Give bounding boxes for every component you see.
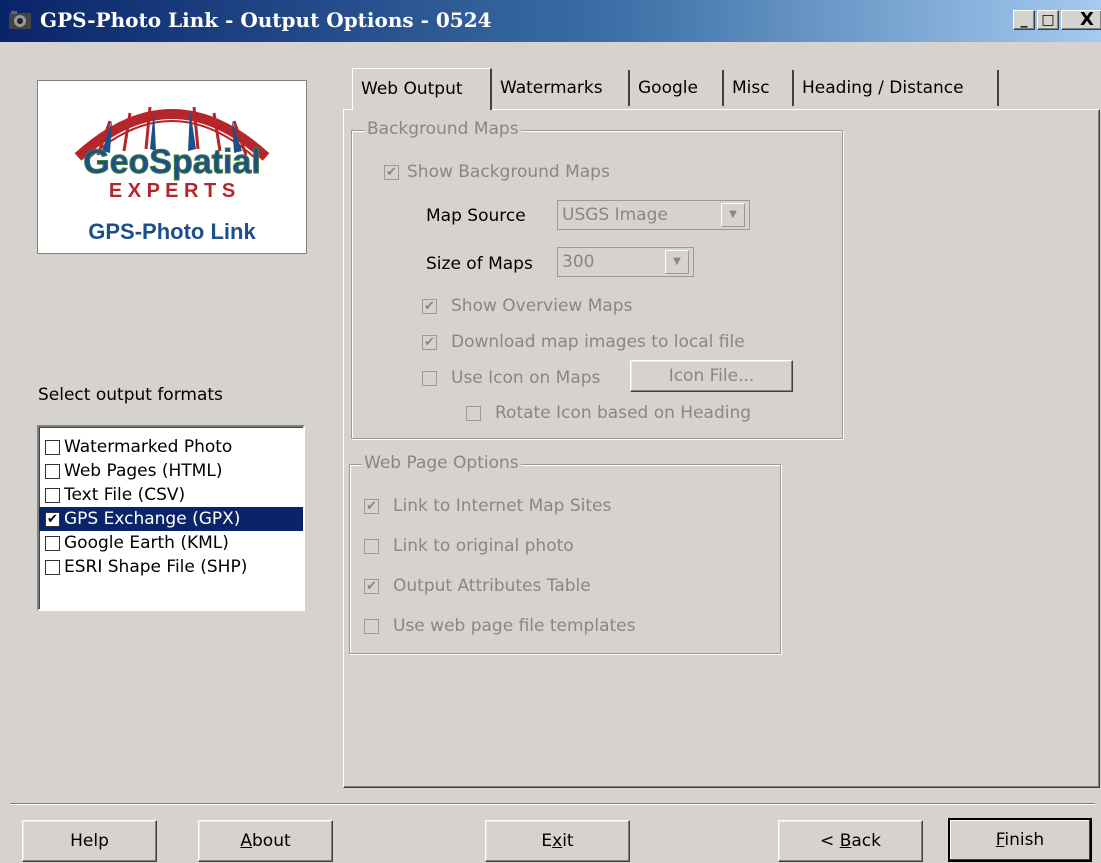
format-checkbox[interactable] bbox=[45, 559, 60, 575]
format-label: GPS Exchange (GPX) bbox=[64, 509, 241, 529]
tab-web-output[interactable]: Web Output bbox=[352, 68, 492, 110]
use-icon-on-maps-option[interactable]: Use Icon on Maps bbox=[422, 368, 600, 388]
back-label-accel: B bbox=[839, 831, 852, 851]
about-label-accel: A bbox=[240, 831, 252, 851]
maximize-button[interactable]: □ bbox=[1037, 10, 1059, 30]
close-icon: X bbox=[1080, 9, 1094, 30]
chevron-down-icon[interactable]: ▼ bbox=[665, 250, 689, 274]
tab-heading-distance[interactable]: Heading / Distance bbox=[794, 70, 999, 106]
exit-button[interactable]: Exit bbox=[485, 820, 630, 862]
download-map-images-label: Download map images to local file bbox=[451, 332, 745, 352]
map-source-value: USGS Image bbox=[562, 205, 668, 225]
format-item-text-file[interactable]: Text File (CSV) bbox=[39, 483, 303, 507]
logo-experts-text: E X P E R T S bbox=[109, 180, 235, 202]
back-label-pre: < bbox=[820, 831, 840, 851]
format-label: ESRI Shape File (SHP) bbox=[64, 557, 248, 577]
tab-watermarks[interactable]: Watermarks bbox=[492, 70, 630, 106]
download-map-images-option[interactable]: ✔ Download map images to local file bbox=[422, 332, 745, 352]
format-checkbox-checked[interactable]: ✔ bbox=[45, 511, 60, 527]
tab-label: Google bbox=[638, 78, 698, 98]
logo-brand-text: GeoSpatial bbox=[83, 143, 261, 181]
format-item-google-earth[interactable]: Google Earth (KML) bbox=[39, 531, 303, 555]
size-of-maps-value: 300 bbox=[562, 252, 595, 272]
background-maps-title: Background Maps bbox=[365, 119, 521, 139]
finish-label-post: inish bbox=[1004, 830, 1045, 850]
output-attributes-table-label: Output Attributes Table bbox=[393, 576, 591, 596]
finish-button[interactable]: Finish bbox=[948, 818, 1092, 862]
rotate-icon-checkbox[interactable] bbox=[466, 405, 481, 421]
use-icon-on-maps-label: Use Icon on Maps bbox=[451, 368, 601, 388]
output-attributes-table-option[interactable]: ✔ Output Attributes Table bbox=[364, 576, 591, 596]
download-map-images-checkbox[interactable]: ✔ bbox=[422, 334, 437, 350]
web-page-options-title: Web Page Options bbox=[362, 453, 521, 473]
format-checkbox[interactable] bbox=[45, 535, 60, 551]
footer-separator bbox=[10, 803, 1095, 805]
exit-label-accel: x bbox=[552, 831, 563, 851]
format-item-web-pages[interactable]: Web Pages (HTML) bbox=[39, 459, 303, 483]
format-label: Google Earth (KML) bbox=[64, 533, 229, 553]
about-button[interactable]: About bbox=[198, 820, 333, 862]
help-button[interactable]: Help bbox=[22, 820, 157, 862]
window-title: GPS-Photo Link - Output Options - 0524 bbox=[40, 8, 492, 32]
link-internet-map-sites-label: Link to Internet Map Sites bbox=[393, 496, 612, 516]
use-web-page-templates-checkbox[interactable] bbox=[364, 618, 379, 634]
format-item-watermarked-photo[interactable]: Watermarked Photo bbox=[39, 435, 303, 459]
app-icon bbox=[9, 11, 31, 29]
tab-label: Heading / Distance bbox=[802, 78, 964, 98]
chevron-down-icon[interactable]: ▼ bbox=[721, 203, 745, 227]
format-label: Web Pages (HTML) bbox=[64, 461, 223, 481]
show-background-maps-checkbox[interactable]: ✔ bbox=[384, 164, 399, 180]
exit-label-post: it bbox=[562, 831, 574, 851]
icon-file-button[interactable]: Icon File... bbox=[630, 360, 793, 392]
output-attributes-table-checkbox[interactable]: ✔ bbox=[364, 578, 379, 594]
format-checkbox[interactable] bbox=[45, 487, 60, 503]
tab-strip: Web Output Watermarks Google Misc Headin… bbox=[352, 68, 1002, 110]
show-background-maps-label: Show Background Maps bbox=[407, 162, 610, 182]
title-bar[interactable]: GPS-Photo Link - Output Options - 0524 _… bbox=[0, 0, 1101, 42]
map-source-label: Map Source bbox=[426, 206, 526, 226]
minimize-button[interactable]: _ bbox=[1013, 10, 1035, 30]
format-label: Text File (CSV) bbox=[64, 485, 186, 505]
size-of-maps-label: Size of Maps bbox=[426, 254, 533, 274]
back-label-post: ack bbox=[851, 831, 881, 851]
tab-label: Misc bbox=[732, 78, 770, 98]
format-label: Watermarked Photo bbox=[64, 437, 233, 457]
use-web-page-templates-option[interactable]: Use web page file templates bbox=[364, 616, 635, 636]
link-internet-map-sites-option[interactable]: ✔ Link to Internet Map Sites bbox=[364, 496, 611, 516]
format-checkbox[interactable] bbox=[45, 463, 60, 479]
show-overview-maps-label: Show Overview Maps bbox=[451, 296, 633, 316]
link-internet-map-sites-checkbox[interactable]: ✔ bbox=[364, 498, 379, 514]
link-original-photo-label: Link to original photo bbox=[393, 536, 574, 556]
show-overview-maps-checkbox[interactable]: ✔ bbox=[422, 298, 437, 314]
help-button-label: Help bbox=[70, 831, 109, 851]
show-background-maps-option[interactable]: ✔ Show Background Maps bbox=[384, 162, 610, 182]
logo-product-text: GPS-Photo Link bbox=[88, 219, 256, 244]
tab-label: Watermarks bbox=[500, 78, 603, 98]
exit-label-pre: E bbox=[541, 831, 553, 851]
output-formats-list[interactable]: Watermarked Photo Web Pages (HTML) Text … bbox=[37, 425, 305, 611]
geospatial-experts-logo: GeoSpatial E X P E R T S GPS-Photo Link bbox=[37, 80, 307, 254]
tab-google[interactable]: Google bbox=[630, 70, 724, 106]
close-button[interactable]: X bbox=[1061, 10, 1101, 30]
use-web-page-templates-label: Use web page file templates bbox=[393, 616, 636, 636]
tab-misc[interactable]: Misc bbox=[724, 70, 794, 106]
about-label-post: bout bbox=[252, 831, 291, 851]
minimize-icon: _ bbox=[1020, 12, 1028, 28]
format-item-esri-shape[interactable]: ESRI Shape File (SHP) bbox=[39, 555, 303, 579]
back-button[interactable]: < Back bbox=[778, 820, 923, 862]
format-checkbox[interactable] bbox=[45, 439, 60, 455]
rotate-icon-label: Rotate Icon based on Heading bbox=[495, 403, 752, 423]
map-source-select[interactable]: USGS Image ▼ bbox=[557, 200, 750, 230]
link-original-photo-checkbox[interactable] bbox=[364, 538, 379, 554]
maximize-icon: □ bbox=[1041, 12, 1055, 28]
rotate-icon-option[interactable]: Rotate Icon based on Heading bbox=[466, 403, 751, 423]
logo-graphic: GeoSpatial E X P E R T S GPS-Photo Link bbox=[74, 106, 270, 244]
use-icon-on-maps-checkbox[interactable] bbox=[422, 370, 437, 386]
link-original-photo-option[interactable]: Link to original photo bbox=[364, 536, 574, 556]
output-formats-label: Select output formats bbox=[38, 385, 223, 405]
show-overview-maps-option[interactable]: ✔ Show Overview Maps bbox=[422, 296, 632, 316]
format-item-gps-exchange[interactable]: ✔ GPS Exchange (GPX) bbox=[39, 507, 303, 531]
tab-label: Web Output bbox=[361, 79, 463, 99]
size-of-maps-select[interactable]: 300 ▼ bbox=[557, 247, 694, 277]
